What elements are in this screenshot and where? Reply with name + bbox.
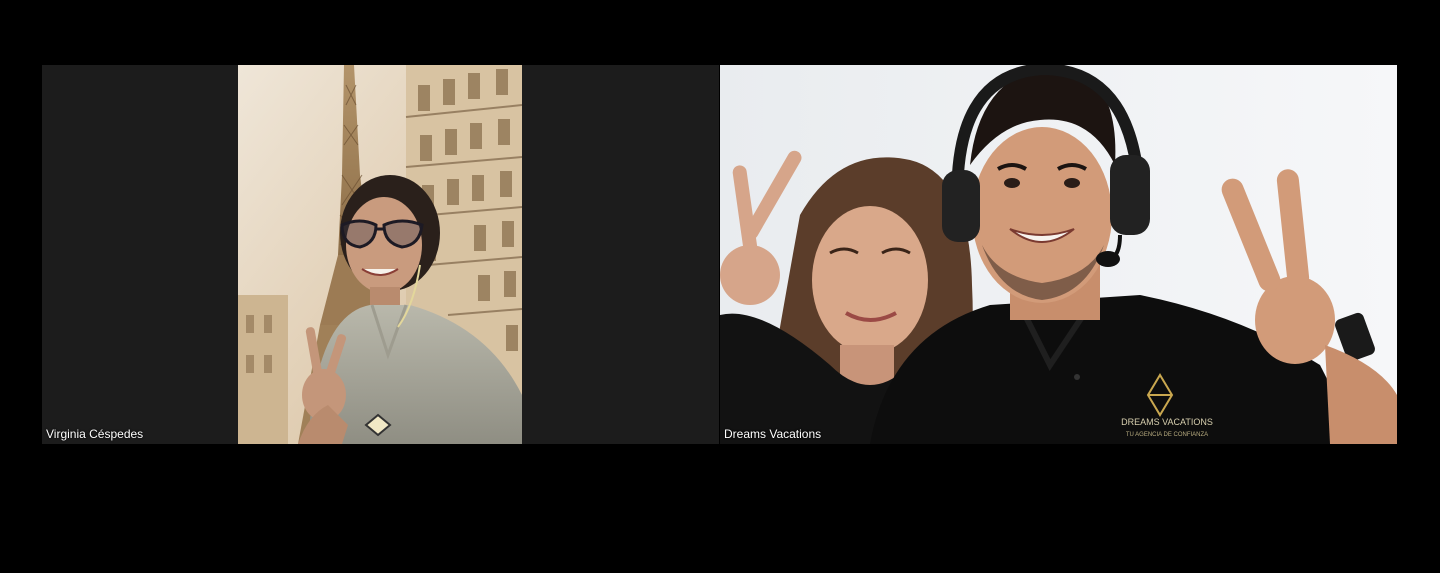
participant-video-virginia [238,65,522,444]
svg-text:DREAMS VACATIONS: DREAMS VACATIONS [1121,417,1213,427]
video-frame-dreams-vacations: DREAMS VACATIONS TU AGENCIA DE CONFIANZA [720,65,1397,444]
video-frame-virginia [238,65,522,444]
participant-tile-virginia[interactable]: Virginia Céspedes [42,65,719,444]
participant-name-label: Virginia Céspedes [46,427,144,441]
participant-tile-dreams-vacations[interactable]: DREAMS VACATIONS TU AGENCIA DE CONFIANZA… [720,65,1397,444]
svg-text:TU AGENCIA DE CONFIANZA: TU AGENCIA DE CONFIANZA [1126,432,1208,438]
participant-name-label: Dreams Vacations [724,427,822,441]
participant-video-dreams-vacations: DREAMS VACATIONS TU AGENCIA DE CONFIANZA [720,65,1397,444]
video-gallery: Virginia Céspedes DREAMS VACATIONS TU AG… [0,0,1440,573]
